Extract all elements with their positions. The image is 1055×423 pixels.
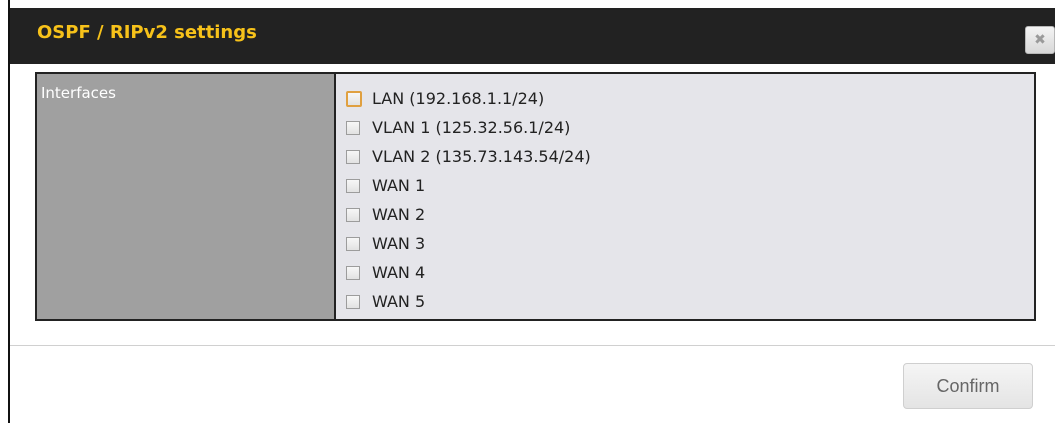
- interface-item-lan[interactable]: LAN (192.168.1.1/24): [346, 84, 591, 113]
- interface-label: WAN 4: [372, 263, 426, 282]
- interface-item-wan-3[interactable]: WAN 3: [346, 229, 591, 258]
- dialog-title: OSPF / RIPv2 settings: [37, 22, 257, 43]
- interface-list: LAN (192.168.1.1/24) VLAN 1 (125.32.56.1…: [346, 84, 591, 316]
- interface-checkbox-vlan-1[interactable]: [346, 120, 360, 135]
- ospf-ripv2-dialog: OSPF / RIPv2 settings ✖ Interfaces LAN (…: [8, 0, 1055, 423]
- interface-checkbox-vlan-2[interactable]: [346, 149, 360, 164]
- interface-checkbox-wan-5[interactable]: [346, 294, 360, 309]
- interface-label: LAN (192.168.1.1/24): [372, 89, 545, 108]
- interface-checkbox-wan-1[interactable]: [346, 178, 360, 193]
- interface-item-wan-1[interactable]: WAN 1: [346, 171, 591, 200]
- interfaces-label: Interfaces: [41, 84, 116, 102]
- interface-item-wan-4[interactable]: WAN 4: [346, 258, 591, 287]
- interface-checkbox-lan[interactable]: [346, 90, 362, 107]
- interface-label: WAN 3: [372, 234, 426, 253]
- close-icon: ✖: [1034, 32, 1046, 48]
- interface-label: WAN 2: [372, 205, 426, 224]
- interface-label: VLAN 1 (125.32.56.1/24): [372, 118, 571, 137]
- interface-label: VLAN 2 (135.73.143.54/24): [372, 147, 591, 166]
- interfaces-value-cell: LAN (192.168.1.1/24) VLAN 1 (125.32.56.1…: [336, 74, 1034, 319]
- interface-item-vlan-2[interactable]: VLAN 2 (135.73.143.54/24): [346, 142, 591, 171]
- dialog-titlebar: OSPF / RIPv2 settings: [10, 8, 1055, 64]
- interface-checkbox-wan-4[interactable]: [346, 265, 360, 280]
- interface-item-vlan-1[interactable]: VLAN 1 (125.32.56.1/24): [346, 113, 591, 142]
- footer-divider: [10, 345, 1055, 346]
- interface-item-wan-5[interactable]: WAN 5: [346, 287, 591, 316]
- settings-table: Interfaces LAN (192.168.1.1/24) VLAN 1 (…: [35, 72, 1036, 321]
- interface-checkbox-wan-2[interactable]: [346, 207, 360, 222]
- interfaces-label-cell: Interfaces: [37, 74, 336, 319]
- interface-label: WAN 1: [372, 176, 426, 195]
- interface-checkbox-wan-3[interactable]: [346, 236, 360, 251]
- interface-item-wan-2[interactable]: WAN 2: [346, 200, 591, 229]
- close-button[interactable]: ✖: [1025, 26, 1055, 54]
- interface-label: WAN 5: [372, 292, 426, 311]
- confirm-button[interactable]: Confirm: [903, 363, 1033, 409]
